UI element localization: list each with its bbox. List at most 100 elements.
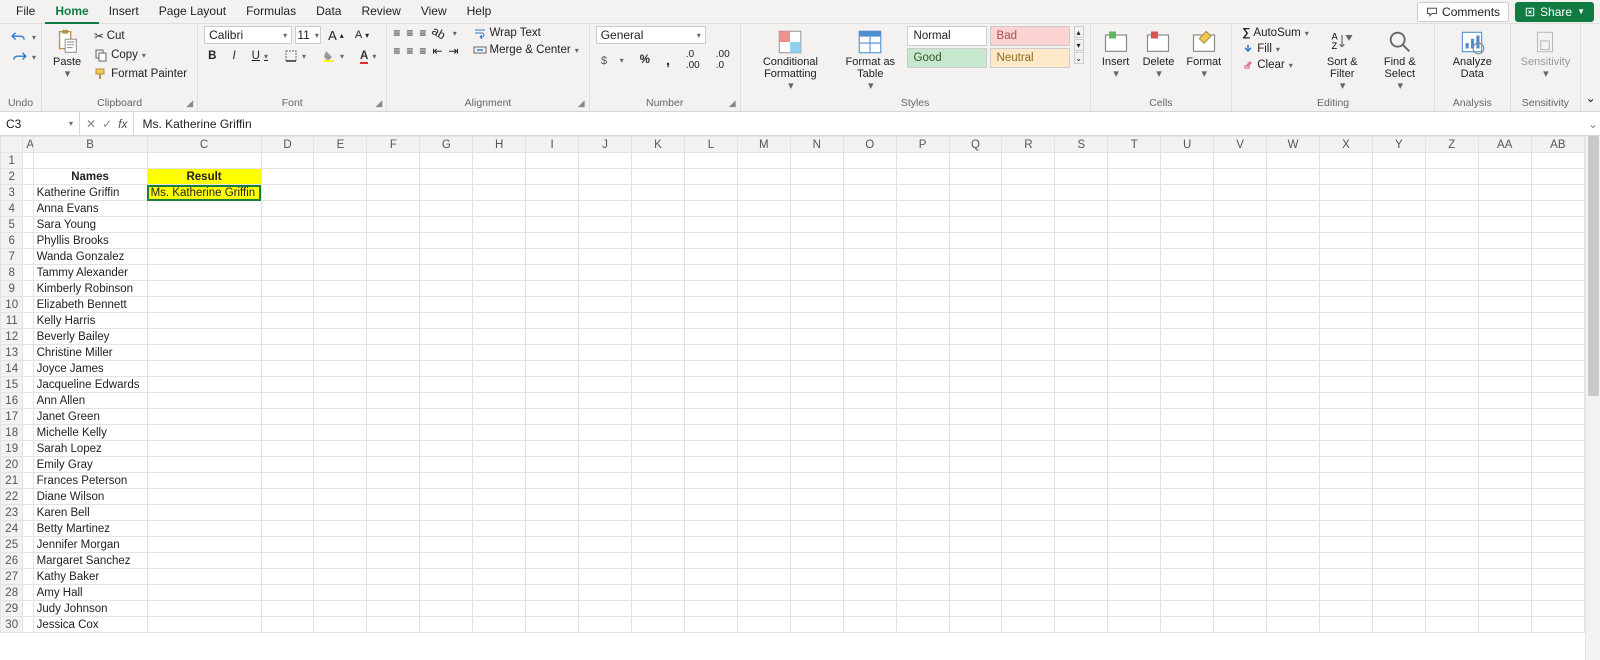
format-as-table-button[interactable]: Format as Table▾ [838,26,902,94]
cell[interactable] [1161,457,1214,473]
cell[interactable] [420,425,473,441]
cell[interactable] [632,281,685,297]
cell[interactable] [147,409,261,425]
cell[interactable] [1372,345,1425,361]
cell-style-normal[interactable]: Normal [907,26,987,46]
cell[interactable] [1108,217,1161,233]
cell[interactable] [1108,601,1161,617]
cell[interactable] [23,265,33,281]
cell[interactable] [420,297,473,313]
cell[interactable] [790,553,843,569]
cell[interactable] [790,377,843,393]
cell[interactable] [23,569,33,585]
row-header[interactable]: 23 [1,505,23,521]
cell[interactable] [1267,201,1320,217]
cell[interactable] [684,617,737,633]
column-header[interactable]: O [843,137,896,153]
cell[interactable] [1372,297,1425,313]
cell[interactable] [473,313,526,329]
cell[interactable] [737,409,790,425]
cell[interactable] [579,265,632,281]
cell[interactable] [473,537,526,553]
cell[interactable] [1002,297,1055,313]
cell[interactable] [737,585,790,601]
cell[interactable] [843,233,896,249]
cell[interactable] [1531,617,1584,633]
cell[interactable] [261,265,314,281]
cell[interactable] [896,601,949,617]
cell[interactable] [1055,153,1108,169]
cell[interactable] [147,233,261,249]
cell[interactable] [790,361,843,377]
cell[interactable] [147,153,261,169]
cell[interactable] [684,473,737,489]
cell[interactable] [1320,153,1373,169]
cell[interactable] [23,473,33,489]
cell[interactable] [1161,297,1214,313]
cell[interactable] [843,313,896,329]
cell[interactable] [367,409,420,425]
cell[interactable] [1320,169,1373,185]
cell[interactable] [896,393,949,409]
cell[interactable] [790,393,843,409]
cell[interactable] [1425,153,1478,169]
cell[interactable] [737,265,790,281]
cell[interactable] [579,217,632,233]
analyze-data-button[interactable]: Analyze Data [1441,26,1504,82]
cell[interactable] [367,329,420,345]
cell[interactable] [420,169,473,185]
cell[interactable] [684,569,737,585]
cell[interactable]: Katherine Griffin [33,185,147,201]
cell[interactable] [632,185,685,201]
cell[interactable]: Elizabeth Bennett [33,297,147,313]
row-header[interactable]: 29 [1,601,23,617]
expand-formula-bar-icon[interactable]: ⌄ [1586,117,1600,131]
column-header[interactable]: I [526,137,579,153]
cell[interactable] [261,377,314,393]
cell[interactable] [1002,217,1055,233]
cell[interactable] [367,169,420,185]
column-header[interactable]: M [737,137,790,153]
cell-styles-gallery-scroll[interactable]: ▴▾⌄ [1074,26,1084,64]
tab-help[interactable]: Help [457,0,502,24]
cell[interactable] [23,457,33,473]
cell[interactable] [314,249,367,265]
cell[interactable] [896,329,949,345]
cell[interactable] [1372,537,1425,553]
cell[interactable] [1320,265,1373,281]
cell[interactable] [896,297,949,313]
cell[interactable] [1002,185,1055,201]
cell[interactable] [1214,505,1267,521]
cell[interactable] [261,569,314,585]
cell[interactable] [1267,217,1320,233]
cell[interactable] [1055,297,1108,313]
cell[interactable] [367,393,420,409]
cell[interactable] [147,249,261,265]
cell[interactable] [1425,169,1478,185]
row-header[interactable]: 18 [1,425,23,441]
cell[interactable] [843,393,896,409]
cell[interactable] [632,313,685,329]
cell[interactable] [1214,441,1267,457]
cell[interactable] [1425,217,1478,233]
cell[interactable] [1267,425,1320,441]
row-header[interactable]: 19 [1,441,23,457]
cell[interactable] [147,281,261,297]
cell[interactable] [737,185,790,201]
cell[interactable] [1425,505,1478,521]
cell[interactable] [632,617,685,633]
cell[interactable] [420,361,473,377]
cell[interactable] [261,345,314,361]
cell[interactable] [1108,569,1161,585]
column-header[interactable]: J [579,137,632,153]
cell[interactable] [579,297,632,313]
cell[interactable] [1478,153,1531,169]
align-top-icon[interactable]: ≡ [393,26,400,40]
cell[interactable] [1267,521,1320,537]
cell[interactable] [1531,585,1584,601]
cell[interactable] [632,249,685,265]
cell[interactable] [314,569,367,585]
cell[interactable] [1214,489,1267,505]
cell[interactable] [147,473,261,489]
cell[interactable] [1267,265,1320,281]
